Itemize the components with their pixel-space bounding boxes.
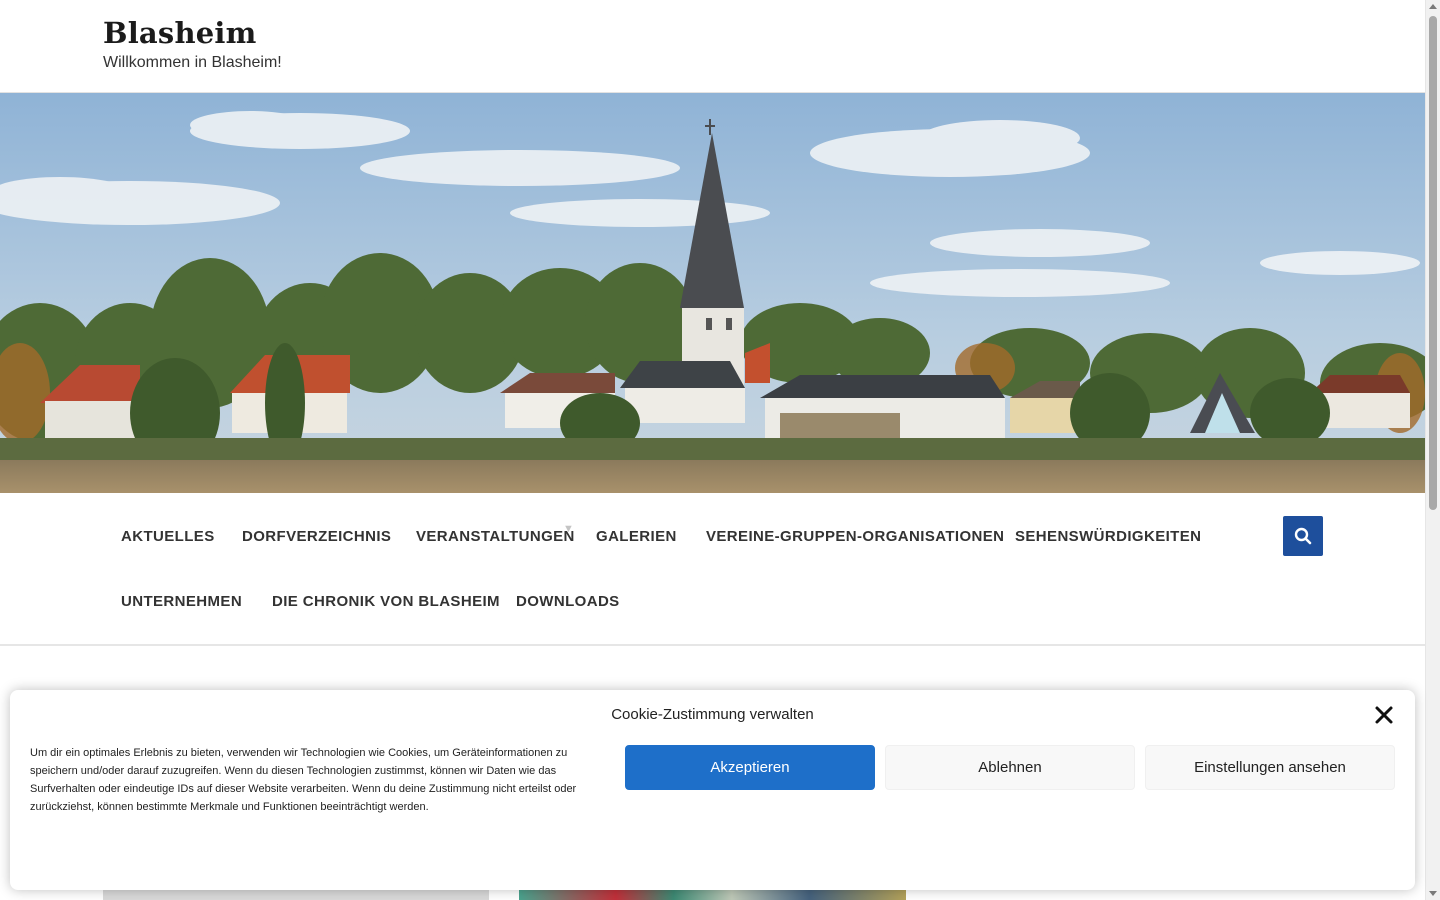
nav-item-chronik[interactable]: DIE CHRONIK VON BLASHEIM [272,593,500,610]
close-button[interactable] [1373,704,1395,726]
cookie-banner-title: Cookie-Zustimmung verwalten [611,706,814,723]
nav-item-downloads[interactable]: DOWNLOADS [516,593,620,610]
nav-item-dorfverzeichnis[interactable]: DORFVERZEICHNIS [242,528,391,545]
nav-item-sehenswuerdigkeiten[interactable]: SEHENSWÜRDIGKEITEN [1015,528,1201,545]
search-icon [1294,527,1312,545]
accept-button[interactable]: Akzeptieren [625,745,875,790]
cookie-banner-text: Um dir ein optimales Erlebnis zu bieten,… [30,747,577,813]
header-image [0,93,1425,493]
chevron-down-icon[interactable]: ▼ [563,523,574,535]
cookie-consent-banner: Cookie-Zustimmung verwalten Um dir ein o… [10,690,1415,890]
nav-item-veranstaltungen[interactable]: VERANSTALTUNGEN [416,528,575,545]
main-navigation: AKTUELLES DORFVERZEICHNIS VERANSTALTUNGE… [0,493,1425,646]
scroll-up-icon[interactable] [1429,4,1437,9]
nav-item-galerien[interactable]: GALERIEN [596,528,677,545]
view-settings-button[interactable]: Einstellungen ansehen [1145,745,1395,790]
site-tagline: Willkommen in Blasheim! [103,54,282,71]
nav-item-aktuelles[interactable]: AKTUELLES [121,528,215,545]
nav-item-unternehmen[interactable]: UNTERNEHMEN [121,593,242,610]
site-title[interactable]: Blasheim [103,16,256,50]
scroll-down-icon[interactable] [1429,891,1437,896]
site-header: Blasheim Willkommen in Blasheim! [0,0,1425,93]
nav-item-vereine[interactable]: VEREINE-GRUPPEN-ORGANISATIONEN [706,528,1004,545]
close-icon [1375,706,1393,724]
search-button[interactable] [1283,516,1323,556]
deny-button[interactable]: Ablehnen [885,745,1135,790]
scrollbar-thumb[interactable] [1429,16,1437,510]
page-scrollbar[interactable] [1425,0,1440,900]
village-panorama-image [0,93,1425,493]
